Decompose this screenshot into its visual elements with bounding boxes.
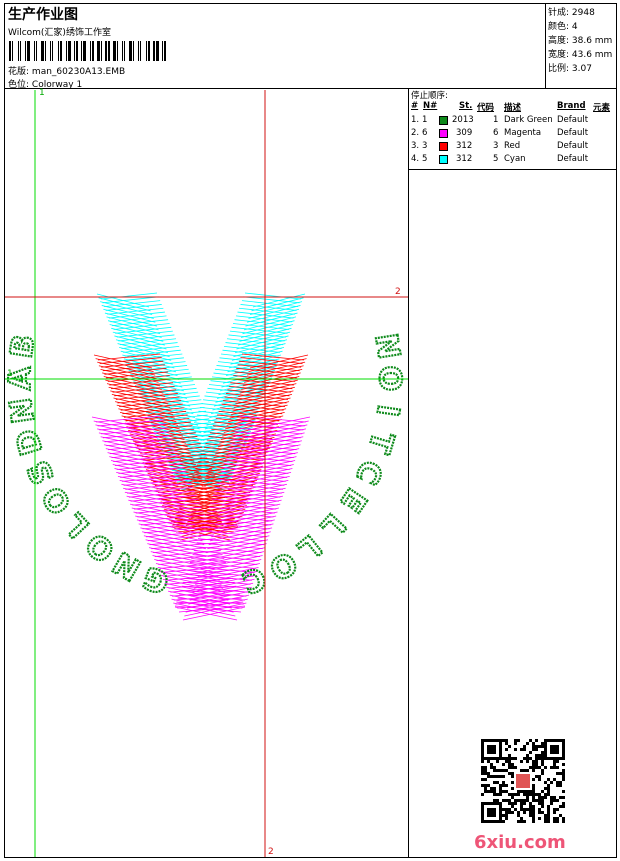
guide-label-green-h: 1	[7, 369, 13, 379]
row-code: 1	[493, 115, 499, 125]
color-swatch	[439, 129, 448, 138]
design-text-left: O	[36, 480, 79, 521]
stop-sequence-title: 停止顺序:	[411, 91, 448, 101]
design-text-left: D	[9, 425, 50, 459]
stop-sequence-panel: 停止顺序: # N# St. 代码 描述 Brand 元素 1. 1 2013 …	[408, 89, 617, 170]
design-text-right: O	[263, 544, 303, 587]
width-value: 宽度: 43.6 mm	[548, 50, 613, 60]
design-label: 花版:	[8, 67, 30, 77]
row-desc: Dark Green	[504, 115, 553, 125]
color-swatch	[439, 116, 448, 125]
row-code: 5	[493, 154, 499, 164]
colorway-label: 色位:	[8, 80, 30, 90]
watermark-logo: 6xiu.com	[474, 832, 566, 853]
design-name-row: 花版: man_60230A13.EMB	[8, 64, 125, 77]
stop-row: 1. 1 2013 1 Dark Green Default	[409, 115, 617, 127]
col-header-desc: 描述	[504, 103, 522, 113]
row-code: 3	[493, 141, 499, 151]
row-code: 6	[493, 128, 499, 138]
row-brand: Default	[557, 154, 589, 164]
stop-row: 2. 6 309 6 Magenta Default	[409, 128, 617, 140]
row-stitches: 2013	[452, 115, 474, 125]
row-num: 4.	[411, 154, 420, 164]
row-brand: Default	[557, 141, 589, 151]
design-text-right: C	[237, 559, 270, 600]
design-canvas: BANDSOLONGCOLLECTION 1 1 2 2	[2, 88, 408, 857]
stop-row: 3. 3 312 3 Red Default	[409, 141, 617, 153]
embroidery-design: BANDSOLONG COLLECTION	[2, 90, 408, 857]
col-header-no: N#	[423, 101, 438, 111]
color-count: 颜色: 4	[548, 22, 578, 32]
height-value: 高度: 38.6 mm	[548, 36, 613, 46]
guide-label-red-v: 2	[268, 847, 274, 857]
col-header-num: #	[411, 101, 419, 111]
design-text-right: L	[314, 506, 353, 544]
ratio-value: 比例: 3.07	[548, 64, 592, 74]
row-no: 6	[422, 128, 428, 138]
guide-label-green-v: 1	[39, 88, 45, 98]
row-brand: Default	[557, 128, 589, 138]
design-text-left: N	[5, 396, 42, 426]
row-desc: Magenta	[504, 128, 542, 138]
subtitle: Wilcom(汇家)绣饰工作室	[8, 28, 111, 38]
design-text-right: C	[348, 455, 389, 490]
row-num: 2.	[411, 128, 420, 138]
design-text-left: B	[5, 332, 42, 360]
barcode	[9, 41, 195, 61]
row-no: 3	[422, 141, 428, 151]
design-text-right: L	[291, 528, 328, 567]
row-brand: Default	[557, 115, 589, 125]
col-header-element: 元素	[593, 103, 611, 113]
col-header-code: 代码	[477, 103, 495, 113]
colorway-row: 色位: Colorway 1	[8, 77, 82, 90]
row-desc: Cyan	[504, 154, 526, 164]
design-text-right: E	[333, 482, 373, 519]
design-value: man_60230A13.EMB	[31, 67, 126, 77]
design-text-right: T	[360, 427, 400, 457]
guide-label-red-h: 2	[395, 287, 401, 297]
row-stitches: 312	[456, 141, 473, 151]
color-swatch	[439, 155, 448, 164]
row-stitches: 309	[456, 128, 473, 138]
design-text-right: N	[368, 331, 406, 361]
row-num: 1.	[411, 115, 420, 125]
stop-row: 4. 5 312 5 Cyan Default	[409, 154, 617, 166]
design-text-right: I	[369, 403, 405, 419]
row-no: 1	[422, 115, 428, 125]
stats-panel: 针成: 2948 颜色: 4 高度: 38.6 mm 宽度: 43.6 mm 比…	[546, 3, 617, 89]
qr-code	[481, 739, 565, 823]
col-header-brand: Brand	[557, 101, 586, 111]
page-title: 生产作业图	[8, 7, 78, 23]
design-text-left: G	[138, 559, 174, 601]
row-num: 3.	[411, 141, 420, 151]
right-column-divider	[408, 170, 409, 858]
row-stitches: 312	[456, 154, 473, 164]
row-no: 5	[422, 154, 428, 164]
col-header-st: St.	[459, 101, 473, 111]
row-desc: Red	[504, 141, 521, 151]
design-text-left: S	[21, 455, 62, 490]
header-left: 生产作业图 Wilcom(汇家)绣饰工作室 花版: man_60230A13.E…	[4, 3, 546, 90]
stitch-count: 针成: 2948	[548, 8, 595, 18]
color-swatch	[439, 142, 448, 151]
